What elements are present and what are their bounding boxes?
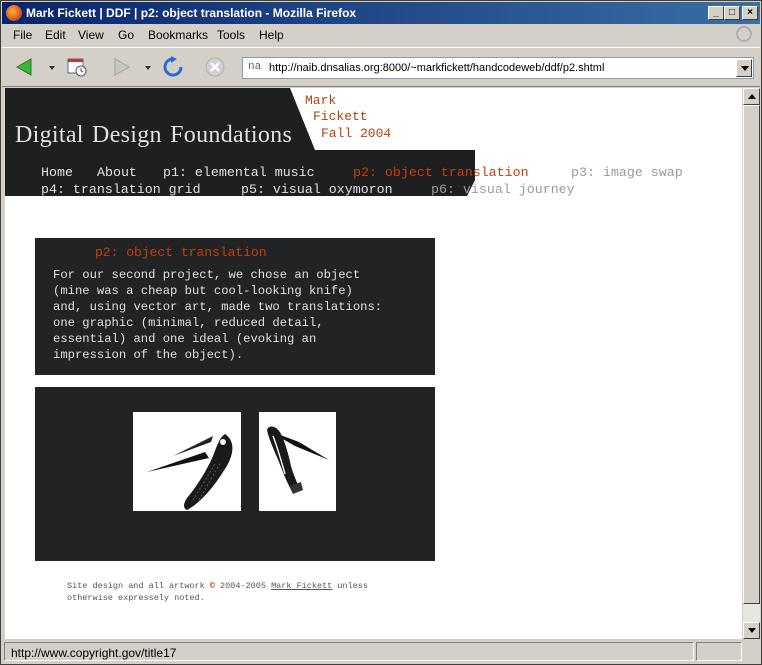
graphic-translation-image[interactable] bbox=[133, 412, 241, 511]
menu-tools[interactable]: Tools bbox=[217, 28, 245, 42]
author-semester: Fall 2004 bbox=[321, 126, 392, 141]
nav-p3[interactable]: p3: image swap bbox=[571, 165, 683, 180]
nav-p5[interactable]: p5: visual oxymoron bbox=[241, 182, 393, 197]
close-button[interactable]: × bbox=[742, 6, 758, 20]
window-title: Mark Fickett | DDF | p2: object translat… bbox=[26, 6, 357, 20]
nav-p6[interactable]: p6: visual journey bbox=[431, 182, 575, 197]
throbber-icon bbox=[736, 26, 752, 42]
author-last-name: Fickett bbox=[313, 109, 368, 124]
site-title: Digital Design Foundations bbox=[15, 122, 293, 148]
description-line: essential) and one ideal (evoking an bbox=[53, 332, 317, 346]
status-text: http://www.copyright.gov/title17 bbox=[11, 646, 177, 660]
site-favicon: na bbox=[248, 61, 262, 73]
author-first-name: Mark bbox=[305, 93, 337, 108]
status-bar: http://www.copyright.gov/title17 bbox=[2, 641, 760, 663]
vertical-scrollbar[interactable] bbox=[743, 88, 760, 639]
reload-icon[interactable] bbox=[162, 56, 184, 78]
menu-file[interactable]: File bbox=[13, 28, 32, 42]
status-panel: http://www.copyright.gov/title17 bbox=[4, 642, 694, 661]
footer-prefix: Site design and all artwork bbox=[67, 581, 205, 591]
nav-p1[interactable]: p1: elemental music bbox=[163, 165, 315, 180]
author-link[interactable]: Mark Fickett bbox=[271, 581, 332, 591]
browser-window: Mark Fickett | DDF | p2: object translat… bbox=[0, 0, 762, 665]
description-line: (mine was a cheap but cool-looking knife… bbox=[53, 284, 353, 298]
nav-about[interactable]: About bbox=[97, 165, 137, 180]
navigation-toolbar: na http://naib.dnsalias.org:8000/~markfi… bbox=[2, 47, 760, 87]
nav-p4[interactable]: p4: translation grid bbox=[41, 182, 201, 197]
history-icon[interactable] bbox=[66, 56, 88, 78]
back-dropdown-icon[interactable] bbox=[49, 66, 55, 70]
menu-bookmarks[interactable]: Bookmarks bbox=[148, 28, 208, 42]
minimize-button[interactable]: _ bbox=[708, 6, 724, 20]
footer-years: 2004-2005 bbox=[214, 581, 272, 591]
description-line: and, using vector art, made two translat… bbox=[53, 300, 383, 314]
scroll-up-button[interactable] bbox=[743, 88, 760, 105]
description-line: For our second project, we chose an obje… bbox=[53, 268, 361, 282]
artwork-panel bbox=[35, 387, 435, 561]
nav-p2[interactable]: p2: object translation bbox=[353, 165, 529, 180]
firefox-logo-icon bbox=[6, 5, 22, 21]
footer-line-2: otherwise expressely noted. bbox=[67, 593, 205, 603]
page-viewport: Digital Design Foundations Mark Fickett … bbox=[5, 88, 742, 639]
url-text[interactable]: http://naib.dnsalias.org:8000/~markficke… bbox=[269, 62, 604, 74]
menu-edit[interactable]: Edit bbox=[45, 28, 66, 42]
description-line: one graphic (minimal, reduced detail, bbox=[53, 316, 324, 330]
status-secondary-panel bbox=[696, 642, 742, 661]
description-line: impression of the object). bbox=[53, 348, 244, 362]
forward-arrow-icon[interactable] bbox=[110, 56, 132, 78]
menu-bar: File Edit View Go Bookmarks Tools Help bbox=[2, 25, 760, 45]
copyright-footer: Site design and all artwork © 2004-2005 … bbox=[67, 580, 368, 604]
url-dropdown-button[interactable] bbox=[736, 59, 752, 77]
menu-go[interactable]: Go bbox=[118, 28, 134, 42]
forward-dropdown-icon[interactable] bbox=[145, 66, 151, 70]
url-bar[interactable]: na http://naib.dnsalias.org:8000/~markfi… bbox=[242, 57, 754, 79]
ideal-translation-image[interactable] bbox=[259, 412, 336, 511]
menu-view[interactable]: View bbox=[78, 28, 104, 42]
maximize-button[interactable]: □ bbox=[724, 6, 740, 20]
nav-home[interactable]: Home bbox=[41, 165, 73, 180]
project-heading: p2: object translation bbox=[95, 245, 267, 260]
back-arrow-icon[interactable] bbox=[14, 56, 36, 78]
title-bar: Mark Fickett | DDF | p2: object translat… bbox=[2, 2, 760, 24]
scroll-thumb[interactable] bbox=[743, 105, 760, 604]
scroll-down-button[interactable] bbox=[743, 622, 760, 639]
stop-icon[interactable] bbox=[204, 56, 226, 78]
project-description-panel: p2: object translation For our second pr… bbox=[35, 238, 435, 375]
menu-help[interactable]: Help bbox=[259, 28, 284, 42]
footer-suffix: unless bbox=[332, 581, 368, 591]
project-description: For our second project, we chose an obje… bbox=[53, 267, 423, 363]
